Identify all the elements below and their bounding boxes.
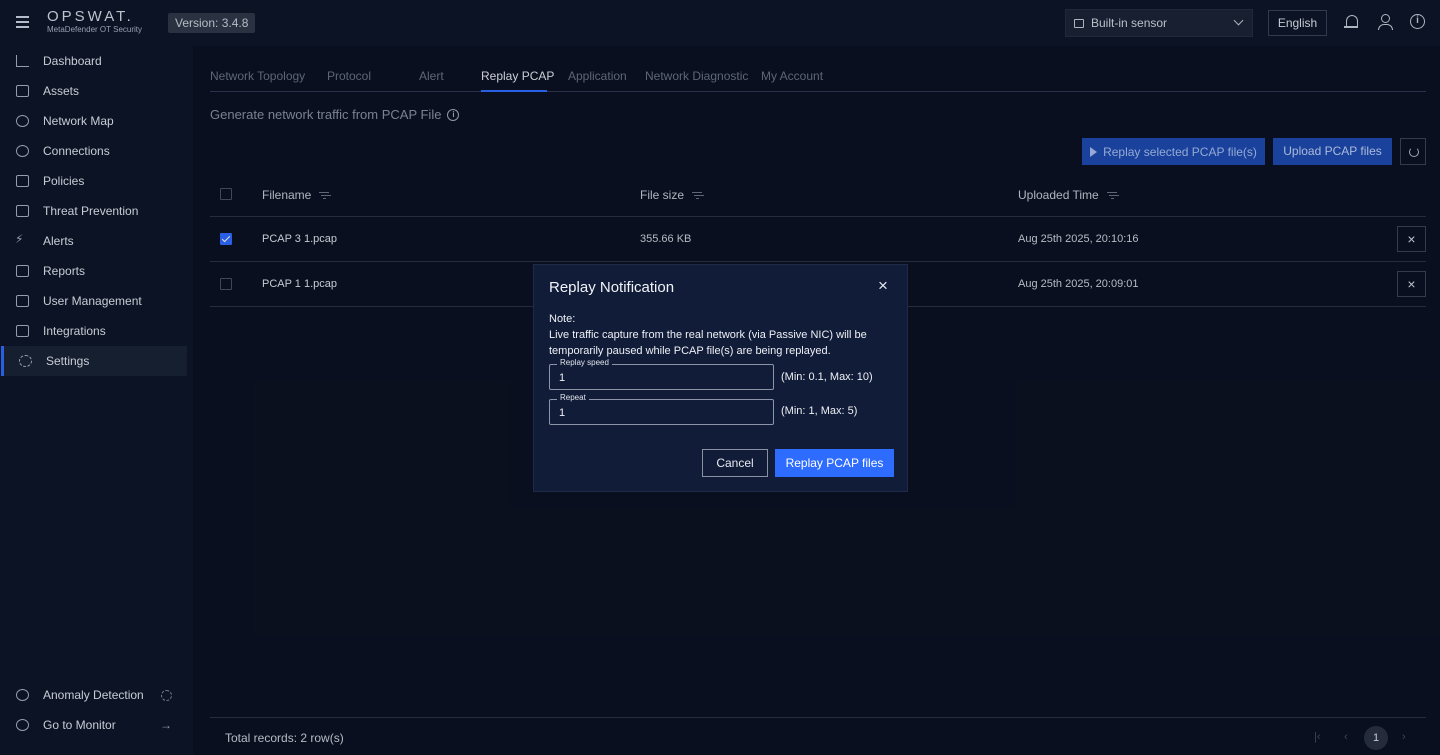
replay-pcap-files-button[interactable]: Replay PCAP files bbox=[775, 449, 894, 477]
replay-notification-dialog: Replay Notification × Note: Live traffic… bbox=[533, 264, 908, 492]
close-icon[interactable]: × bbox=[878, 277, 888, 294]
replay-speed-hint: (Min: 0.1, Max: 10) bbox=[781, 371, 873, 383]
note-label: Note: bbox=[549, 313, 576, 325]
note-text: Live traffic capture from the real netwo… bbox=[549, 329, 867, 357]
dialog-note: Note: Live traffic capture from the real… bbox=[549, 311, 889, 359]
cancel-button[interactable]: Cancel bbox=[702, 449, 768, 477]
repeat-input[interactable] bbox=[559, 407, 759, 419]
replay-speed-field[interactable]: Replay speed bbox=[549, 358, 774, 390]
replay-speed-input[interactable] bbox=[559, 372, 759, 384]
repeat-field[interactable]: Repeat bbox=[549, 393, 774, 425]
dialog-title: Replay Notification bbox=[549, 279, 675, 296]
repeat-label: Repeat bbox=[557, 393, 589, 403]
replay-speed-label: Replay speed bbox=[557, 358, 612, 368]
repeat-hint: (Min: 1, Max: 5) bbox=[781, 405, 858, 417]
